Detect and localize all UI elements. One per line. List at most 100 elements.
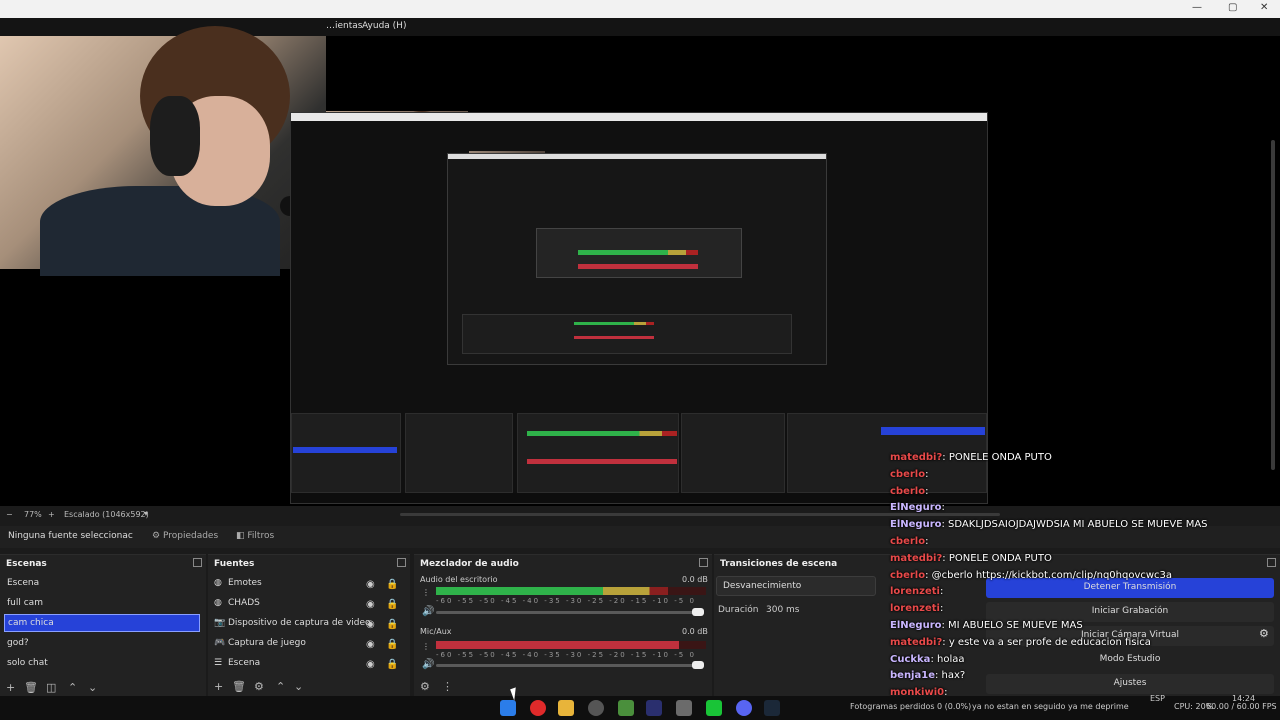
source-item[interactable]: ◍ Emotes ◉ 🔒 (212, 576, 402, 594)
undock-icon[interactable] (1267, 558, 1276, 567)
premiere-icon[interactable] (646, 700, 662, 716)
source-item[interactable]: ◍ CHADS ◉ 🔒 (212, 596, 402, 614)
transition-select[interactable]: Desvanecimiento (716, 576, 876, 596)
source-item[interactable]: 📷 Dispositivo de captura de video ◉ 🔒 (212, 616, 402, 634)
mixer-settings-icon[interactable]: ⚙ (420, 680, 430, 693)
scene-item-selected[interactable]: cam chica (4, 614, 200, 632)
filters-button[interactable]: ◧ Filtros (230, 529, 280, 545)
undock-icon[interactable] (193, 558, 202, 567)
add-scene-icon[interactable]: + (6, 681, 15, 694)
eye-icon[interactable]: ◉ (366, 639, 375, 650)
mixer-menu-icon[interactable]: ⋮ (442, 680, 453, 693)
speaker-icon[interactable]: 🔊 (422, 606, 434, 617)
scene-item[interactable]: solo chat (4, 655, 200, 673)
properties-button[interactable]: ⚙ Propiedades (146, 529, 224, 545)
globe-icon: ◍ (214, 578, 222, 588)
source-gear-icon[interactable]: ⚙ (254, 680, 264, 693)
chat-text: : hax? (934, 670, 966, 682)
chat-text: : holaa (930, 653, 965, 665)
remove-source-icon[interactable]: 🗑 (232, 680, 246, 693)
eye-icon[interactable]: ◉ (366, 659, 375, 670)
lock-icon[interactable]: 🔒 (386, 659, 398, 670)
eye-icon[interactable]: ◉ (366, 619, 375, 630)
folder-icon[interactable] (558, 700, 574, 716)
add-source-icon[interactable]: + (214, 680, 223, 693)
dropped-frames-status: Fotogramas perdidos 0 (0.0%) (850, 702, 972, 711)
steam-icon[interactable] (764, 700, 780, 716)
studio-mode-button[interactable]: Modo Estudio (986, 650, 1274, 670)
preview-vertical-scrollbar[interactable] (1271, 140, 1275, 470)
scene-item[interactable]: full cam (4, 595, 200, 613)
chat-message: lorenzeti: (890, 586, 943, 597)
close-icon[interactable]: ✕ (1260, 2, 1268, 13)
scenes-title: Escenas (6, 559, 47, 569)
menu-tools[interactable]: …ientas (326, 21, 362, 31)
chat-username: matedbi? (890, 452, 943, 463)
undock-icon[interactable] (397, 558, 406, 567)
virtual-camera-gear-icon[interactable]: ⚙ (1259, 627, 1269, 640)
duration-field[interactable]: 300 ms (766, 605, 800, 615)
lock-icon[interactable]: 🔒 (386, 639, 398, 650)
scene-filters-icon[interactable]: ◫ (46, 681, 56, 694)
channel-menu-icon[interactable]: ⋮ (422, 588, 430, 597)
speaker-icon[interactable]: 🔊 (422, 659, 434, 670)
window-titlebar: — ▢ ✕ (0, 0, 1280, 18)
app-icon[interactable] (676, 700, 692, 716)
chat-message: cberlo: @cberlo https://kickbot.com/clip… (890, 570, 1172, 581)
source-label: Escena (228, 658, 261, 668)
volume-slider[interactable] (436, 611, 704, 614)
channel-name: Audio del escritorio (420, 575, 498, 584)
move-down-icon[interactable]: ⌄ (294, 680, 303, 693)
chat-username: cberlo (890, 468, 926, 480)
chat-message: cberlo: (890, 469, 928, 480)
scene-item[interactable]: Escena (4, 575, 200, 593)
chat-username: cberlo (890, 536, 926, 547)
duration-label: Duración (718, 605, 759, 615)
settings-button[interactable]: Ajustes (986, 674, 1274, 694)
zoom-minus-icon[interactable]: − (6, 510, 13, 519)
move-down-icon[interactable]: ⌄ (88, 681, 97, 694)
windows-start-icon[interactable] (500, 700, 516, 716)
maximize-icon[interactable]: ▢ (1228, 2, 1237, 13)
source-item[interactable]: ☰ Escena ◉ 🔒 (212, 656, 402, 674)
meter-level-mic (436, 641, 679, 649)
menu-help[interactable]: Ayuda (H) (362, 21, 406, 31)
minimize-icon[interactable]: — (1192, 2, 1202, 13)
stop-stream-button[interactable]: Detener Transmisión (986, 578, 1274, 598)
eye-icon[interactable]: ◉ (366, 599, 375, 610)
volume-knob[interactable] (692, 608, 704, 616)
opera-icon[interactable] (530, 700, 546, 716)
lock-icon[interactable]: 🔒 (386, 599, 398, 610)
move-up-icon[interactable]: ⌃ (276, 680, 285, 693)
language-indicator[interactable]: ESP (1150, 694, 1165, 703)
start-record-button[interactable]: Iniciar Grabación (986, 602, 1274, 622)
undock-icon[interactable] (699, 558, 708, 567)
obs-icon[interactable] (588, 700, 604, 716)
app-icon[interactable] (618, 700, 634, 716)
scene-item[interactable]: god? (4, 635, 200, 653)
lock-icon[interactable]: 🔒 (386, 619, 398, 630)
volume-slider[interactable] (436, 664, 704, 667)
discord-icon[interactable] (736, 700, 752, 716)
no-source-label: Ninguna fuente seleccionac (8, 531, 133, 541)
zoom-plus-icon[interactable]: + (48, 510, 55, 519)
chat-message: matedbi?: PONELE ONDA PUTO (890, 553, 1052, 564)
chat-username: ElNeguro (890, 620, 942, 631)
chat-message: Cuckka: holaa (890, 654, 964, 665)
volume-knob[interactable] (692, 661, 704, 669)
channel-db: 0.0 dB (682, 575, 708, 584)
remove-scene-icon[interactable]: 🗑 (24, 681, 38, 694)
source-item[interactable]: 🎮 Captura de juego ◉ 🔒 (212, 636, 402, 654)
clock[interactable]: 14:24 (1232, 694, 1255, 703)
preview-canvas[interactable] (0, 26, 1280, 506)
scale-dropdown-icon[interactable]: ▾ (144, 509, 148, 518)
move-up-icon[interactable]: ⌃ (68, 681, 77, 694)
chat-message: ElNeguro: MI ABUELO SE MUEVE MAS (890, 620, 1083, 631)
channel-menu-icon[interactable]: ⋮ (422, 642, 430, 651)
lock-icon[interactable]: 🔒 (386, 579, 398, 590)
preview-horizontal-scrollbar[interactable] (400, 513, 1000, 516)
kick-icon[interactable] (706, 700, 722, 716)
eye-icon[interactable]: ◉ (366, 579, 375, 590)
channel-db: 0.0 dB (682, 627, 708, 636)
webcam-feed (0, 26, 326, 276)
